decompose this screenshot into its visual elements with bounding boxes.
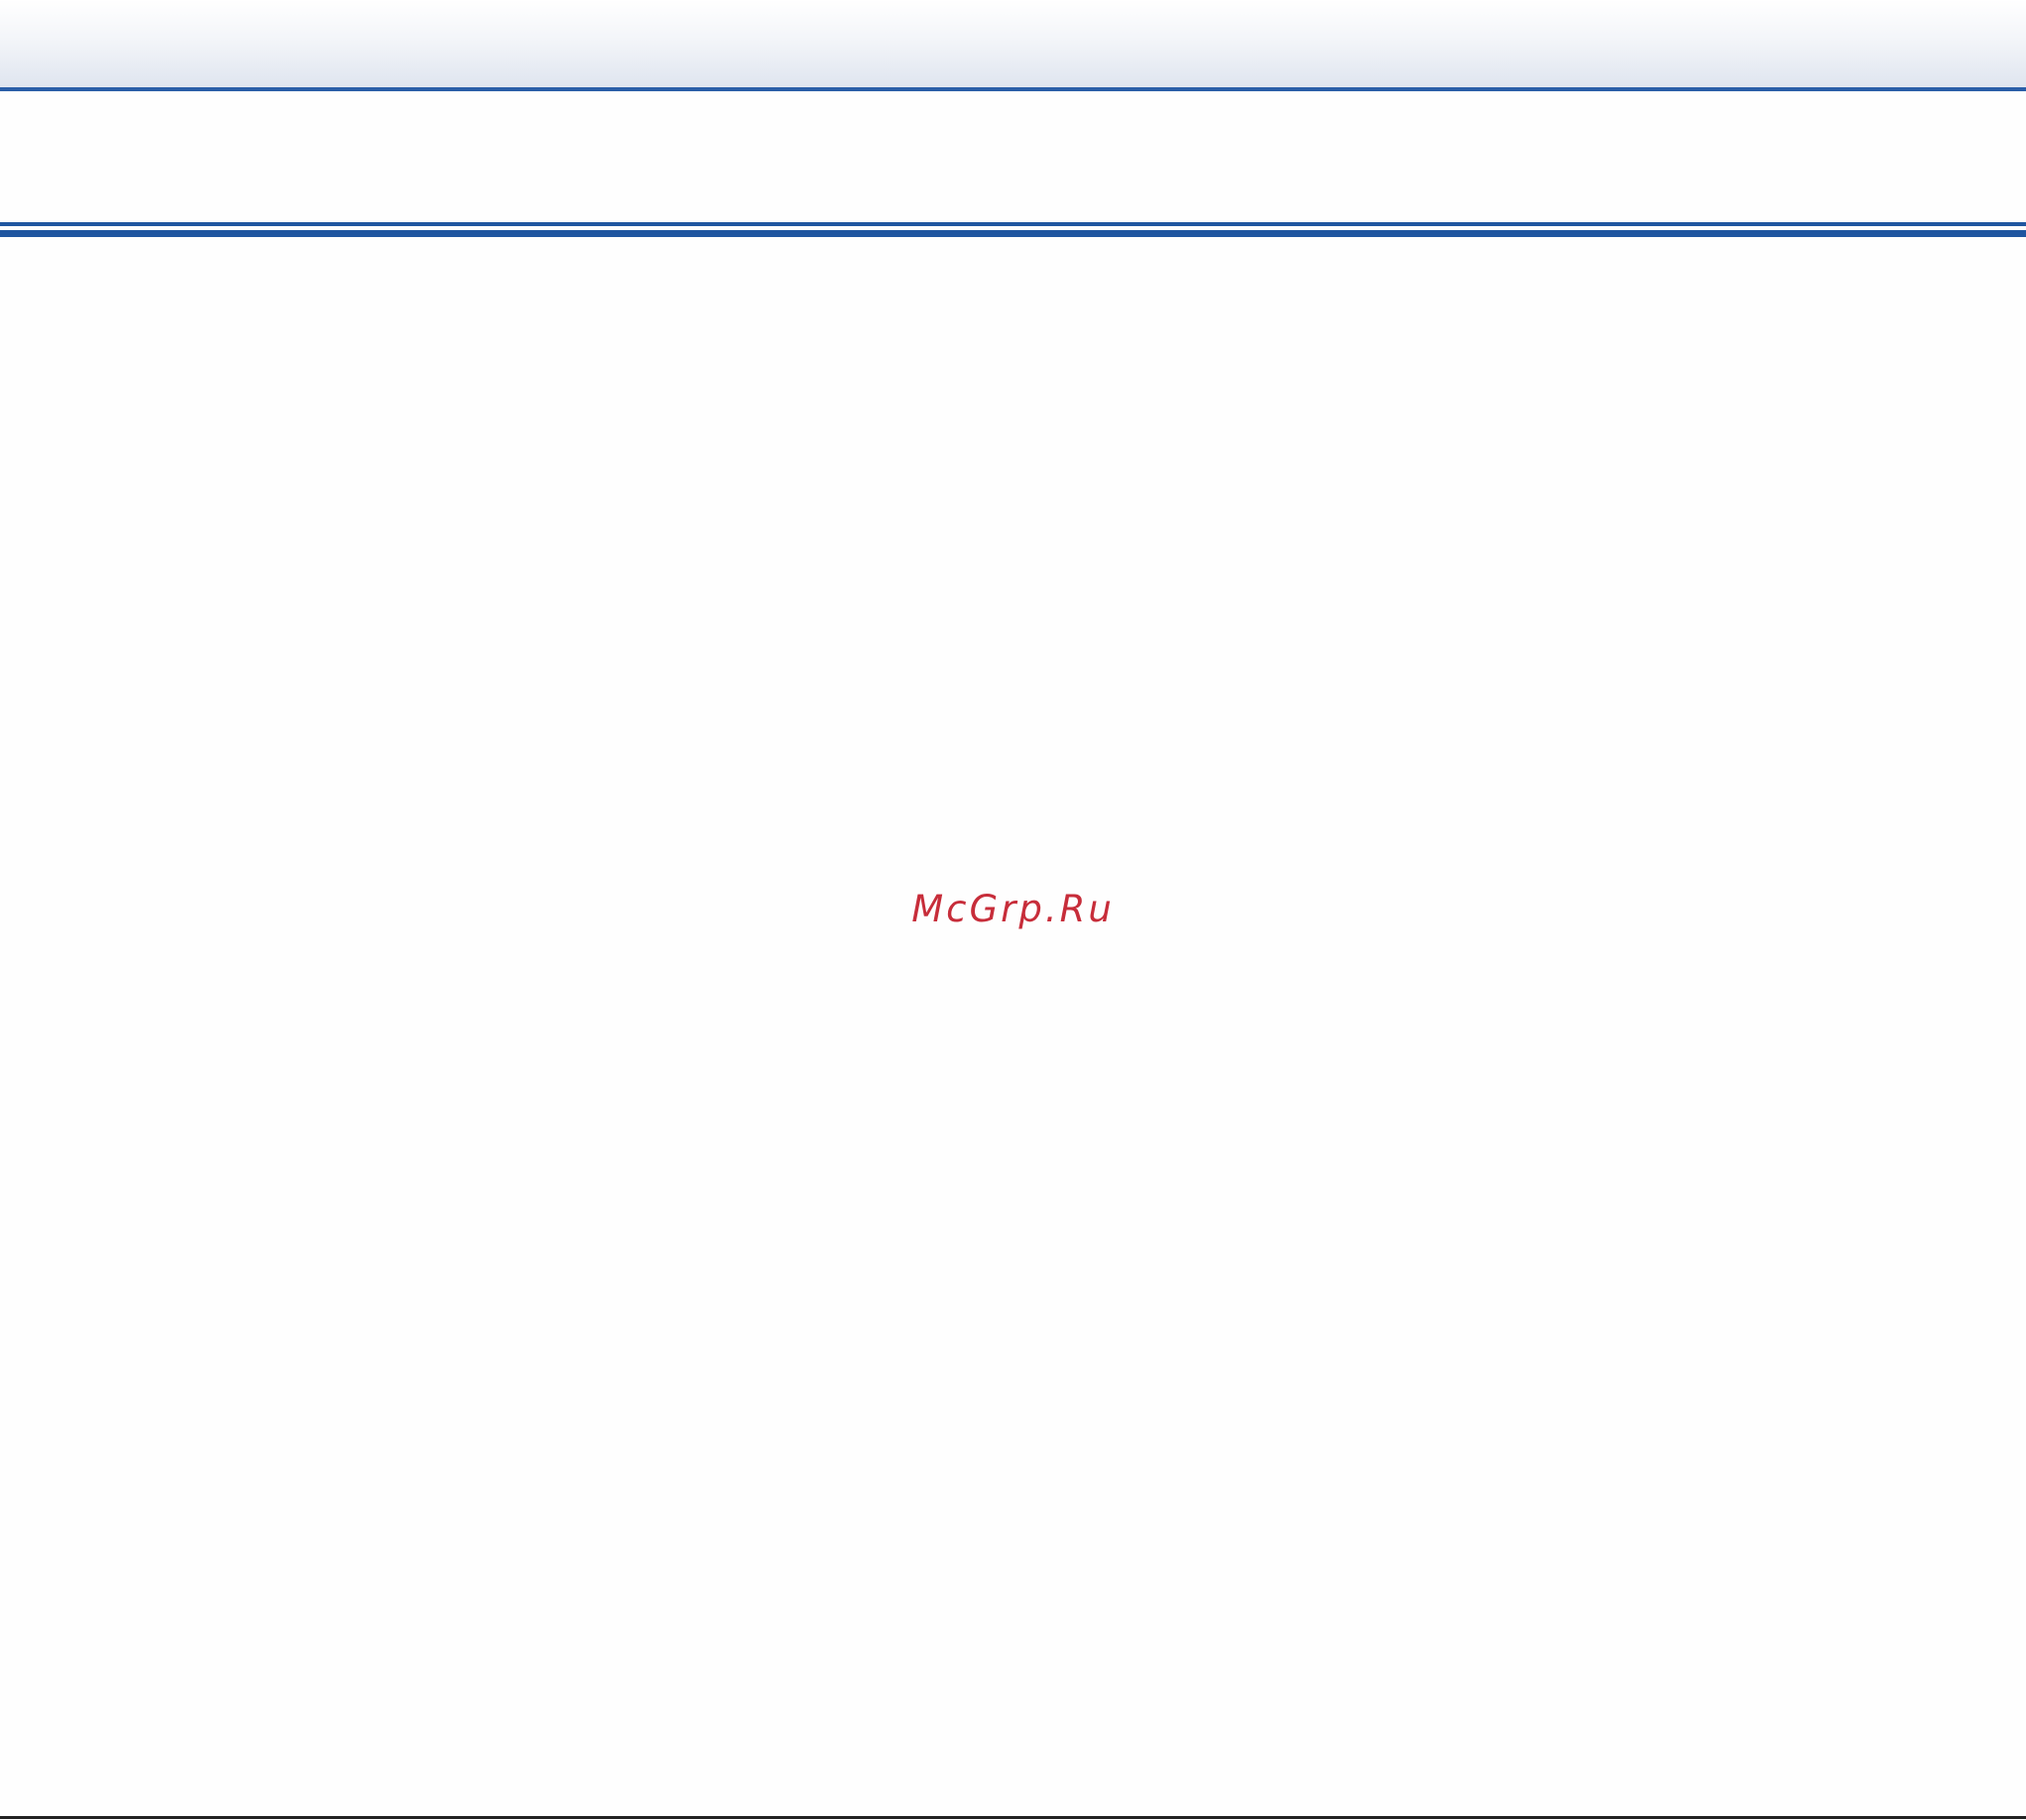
- title-rule-thick: [0, 230, 2026, 237]
- document-page: McGrp.Ru: [0, 0, 2026, 1820]
- title-rule-thin: [0, 222, 2026, 226]
- header-rule: [0, 87, 2026, 91]
- footer-rule: [0, 1816, 2026, 1819]
- header-band: [0, 0, 2026, 87]
- watermark-text: McGrp.Ru: [911, 888, 1115, 930]
